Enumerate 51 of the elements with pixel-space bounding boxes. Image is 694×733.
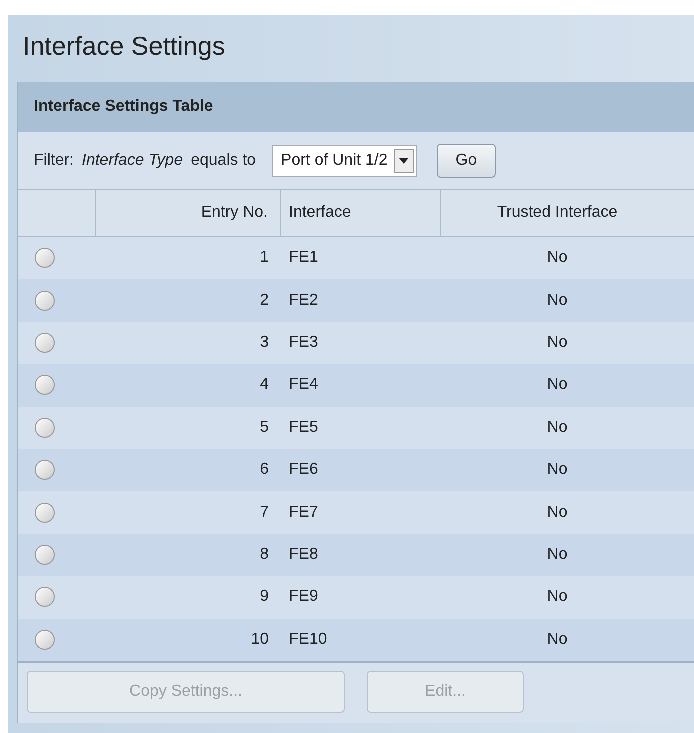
row-radio[interactable] bbox=[35, 630, 55, 650]
entry-number: 9 bbox=[260, 588, 269, 606]
trusted-value: No bbox=[547, 504, 568, 521]
entry-number: 8 bbox=[260, 546, 269, 563]
header-cell: Entry No. bbox=[96, 190, 281, 236]
trusted-value: No bbox=[547, 461, 568, 478]
filter-label: Filter: bbox=[34, 150, 74, 170]
dropdown-caret-icon bbox=[394, 148, 414, 172]
row-radio[interactable] bbox=[35, 544, 55, 565]
entry-number: 6 bbox=[260, 461, 269, 478]
trusted-value: No bbox=[547, 292, 568, 309]
header-cell-text: Trusted Interface bbox=[496, 203, 619, 223]
interface-name: FE6 bbox=[289, 461, 318, 478]
entry-number: 3 bbox=[260, 334, 269, 351]
entry-number: 1 bbox=[260, 249, 269, 266]
row-radio[interactable] bbox=[35, 332, 55, 353]
interface-name: FE1 bbox=[289, 249, 318, 266]
interface-name: FE3 bbox=[289, 334, 318, 351]
interface-name: FE4 bbox=[289, 376, 318, 394]
trusted-value: No bbox=[547, 334, 568, 351]
row-radio[interactable] bbox=[35, 248, 55, 268]
entry-number: 2 bbox=[260, 292, 269, 309]
trusted-value: No bbox=[547, 249, 568, 266]
table-title: Interface Settings Table bbox=[34, 97, 214, 117]
interface-name: FE5 bbox=[289, 418, 318, 436]
header-cell: Interface bbox=[281, 190, 441, 236]
row-radio[interactable] bbox=[35, 418, 55, 438]
go-button[interactable]: Go bbox=[436, 144, 496, 178]
row-radio[interactable] bbox=[35, 290, 55, 311]
entry-number: 5 bbox=[260, 418, 269, 436]
interface-name: FE7 bbox=[289, 504, 318, 521]
filter-field: Interface Type bbox=[82, 148, 184, 172]
interface-name: FE2 bbox=[289, 292, 318, 309]
entry-number: 7 bbox=[260, 504, 269, 521]
interface-name: FE10 bbox=[289, 630, 328, 648]
interface-name: FE9 bbox=[289, 588, 318, 606]
interface-name: FE8 bbox=[289, 546, 318, 563]
trusted-value: No bbox=[547, 588, 568, 606]
trusted-value: No bbox=[547, 546, 568, 563]
page-title: Interface Settings bbox=[23, 31, 226, 61]
trusted-value: No bbox=[547, 418, 568, 436]
filter-operator: equals to bbox=[191, 150, 256, 170]
filter-dropdown[interactable]: Port of Unit 1/2 bbox=[272, 144, 417, 176]
row-radio[interactable] bbox=[35, 502, 55, 523]
trusted-value: No bbox=[547, 376, 568, 394]
trusted-value: No bbox=[547, 630, 568, 648]
row-radio[interactable] bbox=[35, 460, 55, 480]
row-radio[interactable] bbox=[35, 587, 55, 608]
entry-number: 4 bbox=[260, 376, 269, 394]
entry-number: 10 bbox=[251, 630, 269, 648]
row-radio[interactable] bbox=[35, 375, 55, 396]
